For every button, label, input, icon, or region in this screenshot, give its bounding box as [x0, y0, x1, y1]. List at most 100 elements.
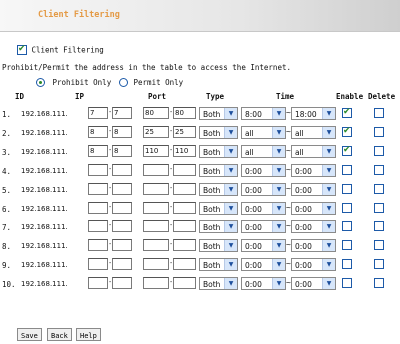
- chevron-down-icon[interactable]: ▼: [322, 184, 335, 195]
- ip-start-input[interactable]: [88, 202, 108, 214]
- type-select[interactable]: Both ▼: [199, 202, 238, 215]
- chevron-down-icon[interactable]: ▼: [322, 165, 335, 176]
- enable-checkbox[interactable]: [342, 278, 352, 288]
- port-start-input[interactable]: [143, 258, 169, 270]
- enable-checkbox[interactable]: [342, 259, 352, 269]
- time-end-select[interactable]: all ▼: [291, 126, 336, 139]
- delete-checkbox[interactable]: [374, 146, 384, 156]
- time-start-select[interactable]: 0:00 ▼: [241, 220, 286, 233]
- chevron-down-icon[interactable]: ▼: [272, 146, 285, 157]
- ip-start-input[interactable]: [88, 220, 108, 232]
- ip-end-input[interactable]: [112, 183, 132, 195]
- help-button[interactable]: Help: [76, 328, 101, 341]
- ip-start-input[interactable]: [88, 164, 108, 176]
- time-end-select[interactable]: 0:00 ▼: [291, 220, 336, 233]
- time-start-select[interactable]: all ▼: [241, 145, 286, 158]
- port-end-input[interactable]: [173, 239, 196, 251]
- chevron-down-icon[interactable]: ▼: [322, 259, 335, 270]
- chevron-down-icon[interactable]: ▼: [272, 221, 285, 232]
- mode-prohibit-option[interactable]: Prohibit Only: [36, 77, 111, 87]
- port-start-input[interactable]: [143, 220, 169, 232]
- ip-start-input[interactable]: 8: [88, 145, 108, 157]
- type-select[interactable]: Both ▼: [199, 107, 238, 120]
- type-select[interactable]: Both ▼: [199, 183, 238, 196]
- chevron-down-icon[interactable]: ▼: [272, 259, 285, 270]
- enable-checkbox[interactable]: [342, 165, 352, 175]
- enable-checkbox[interactable]: [342, 145, 352, 156]
- chevron-down-icon[interactable]: ▼: [224, 203, 237, 214]
- chevron-down-icon[interactable]: ▼: [322, 108, 335, 119]
- time-start-select[interactable]: 8:00 ▼: [241, 107, 286, 120]
- port-end-input[interactable]: [173, 183, 196, 195]
- ip-end-input[interactable]: [112, 239, 132, 251]
- port-end-input[interactable]: [173, 164, 196, 176]
- client-filtering-checkbox[interactable]: [17, 44, 27, 55]
- chevron-down-icon[interactable]: ▼: [272, 184, 285, 195]
- mode-permit-option[interactable]: Permit Only: [119, 77, 183, 87]
- chevron-down-icon[interactable]: ▼: [224, 127, 237, 138]
- delete-checkbox[interactable]: [374, 221, 384, 231]
- ip-end-input[interactable]: [112, 220, 132, 232]
- time-start-select[interactable]: 0:00 ▼: [241, 258, 286, 271]
- chevron-down-icon[interactable]: ▼: [272, 165, 285, 176]
- time-end-select[interactable]: all ▼: [291, 145, 336, 158]
- chevron-down-icon[interactable]: ▼: [224, 278, 237, 289]
- port-start-input[interactable]: 80: [143, 107, 169, 119]
- port-end-input[interactable]: [173, 277, 196, 289]
- time-end-select[interactable]: 0:00 ▼: [291, 164, 336, 177]
- chevron-down-icon[interactable]: ▼: [322, 127, 335, 138]
- time-end-select[interactable]: 0:00 ▼: [291, 277, 336, 290]
- chevron-down-icon[interactable]: ▼: [224, 240, 237, 251]
- chevron-down-icon[interactable]: ▼: [322, 278, 335, 289]
- chevron-down-icon[interactable]: ▼: [272, 278, 285, 289]
- time-end-select[interactable]: 0:00 ▼: [291, 258, 336, 271]
- time-start-select[interactable]: 0:00 ▼: [241, 239, 286, 252]
- type-select[interactable]: Both ▼: [199, 239, 238, 252]
- chevron-down-icon[interactable]: ▼: [322, 203, 335, 214]
- delete-checkbox[interactable]: [374, 259, 384, 269]
- port-end-input[interactable]: [173, 258, 196, 270]
- ip-end-input[interactable]: 8: [112, 126, 132, 138]
- enable-checkbox[interactable]: [342, 221, 352, 231]
- port-end-input[interactable]: [173, 220, 196, 232]
- ip-end-input[interactable]: [112, 277, 132, 289]
- delete-checkbox[interactable]: [374, 184, 384, 194]
- ip-start-input[interactable]: [88, 258, 108, 270]
- port-end-input[interactable]: 80: [173, 107, 196, 119]
- time-end-select[interactable]: 0:00 ▼: [291, 202, 336, 215]
- mode-permit-radio[interactable]: [119, 77, 128, 87]
- enable-checkbox[interactable]: [342, 107, 352, 118]
- time-end-select[interactable]: 0:00 ▼: [291, 183, 336, 196]
- chevron-down-icon[interactable]: ▼: [224, 108, 237, 119]
- time-start-select[interactable]: 0:00 ▼: [241, 277, 286, 290]
- type-select[interactable]: Both ▼: [199, 220, 238, 233]
- enable-checkbox[interactable]: [342, 126, 352, 137]
- ip-end-input[interactable]: [112, 202, 132, 214]
- ip-start-input[interactable]: 7: [88, 107, 108, 119]
- chevron-down-icon[interactable]: ▼: [224, 184, 237, 195]
- port-start-input[interactable]: 25: [143, 126, 169, 138]
- time-end-select[interactable]: 0:00 ▼: [291, 239, 336, 252]
- time-start-select[interactable]: 0:00 ▼: [241, 164, 286, 177]
- ip-end-input[interactable]: 8: [112, 145, 132, 157]
- chevron-down-icon[interactable]: ▼: [224, 259, 237, 270]
- ip-start-input[interactable]: 8: [88, 126, 108, 138]
- chevron-down-icon[interactable]: ▼: [322, 146, 335, 157]
- save-button[interactable]: Save: [17, 328, 42, 341]
- ip-start-input[interactable]: [88, 277, 108, 289]
- delete-checkbox[interactable]: [374, 240, 384, 250]
- chevron-down-icon[interactable]: ▼: [224, 146, 237, 157]
- port-start-input[interactable]: 110: [143, 145, 169, 157]
- chevron-down-icon[interactable]: ▼: [322, 221, 335, 232]
- time-start-select[interactable]: all ▼: [241, 126, 286, 139]
- chevron-down-icon[interactable]: ▼: [272, 127, 285, 138]
- ip-start-input[interactable]: [88, 239, 108, 251]
- delete-checkbox[interactable]: [374, 108, 384, 118]
- chevron-down-icon[interactable]: ▼: [272, 108, 285, 119]
- type-select[interactable]: Both ▼: [199, 164, 238, 177]
- delete-checkbox[interactable]: [374, 278, 384, 288]
- port-start-input[interactable]: [143, 164, 169, 176]
- time-end-select[interactable]: 18:00 ▼: [291, 107, 336, 120]
- port-start-input[interactable]: [143, 202, 169, 214]
- port-end-input[interactable]: 110: [173, 145, 196, 157]
